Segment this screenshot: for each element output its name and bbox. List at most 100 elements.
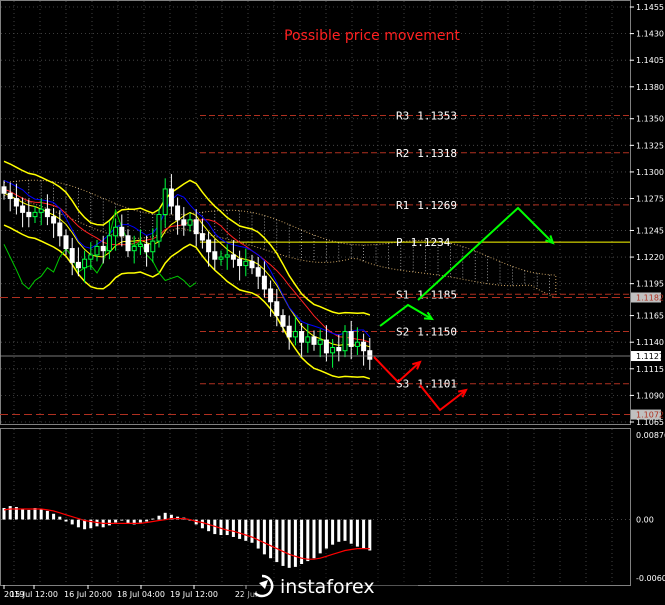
macd-bar (262, 519, 266, 555)
pivot-value: 1.1353 (417, 110, 457, 123)
macd-bar (114, 519, 118, 523)
macd-bar (238, 519, 242, 539)
price-chart: R3 1.1353R2 1.1318R1 1.1269P 1.1234S1 1.1185S… (0, 0, 665, 605)
price-tick-label: 1.1165 (636, 312, 664, 321)
macd-bar (287, 519, 291, 568)
candle-body (224, 254, 230, 258)
candle-body (82, 258, 88, 269)
candle-body (13, 198, 19, 207)
candle-body (106, 235, 112, 252)
candle-body (336, 347, 342, 352)
candle-body (261, 275, 267, 290)
price-tick-label: 1.1275 (636, 195, 664, 204)
candle-body (323, 339, 329, 354)
pivot-name: R2 (396, 147, 409, 160)
pivot-label-s2: S2 1.1150 (396, 326, 457, 339)
pivot-value: 1.1150 (417, 326, 457, 339)
candle-body (181, 219, 187, 226)
time-tick-label: 16 Jul 20:00 (64, 590, 112, 599)
candle-body (100, 245, 106, 252)
candle-body (299, 331, 305, 343)
candle-body (255, 267, 261, 277)
macd-bar (138, 519, 142, 523)
pivot-label-r1: R1 1.1269 (396, 199, 457, 212)
macd-bar (343, 519, 347, 541)
candle-body (131, 245, 137, 252)
macd-bar (39, 508, 43, 520)
candle-body (354, 341, 360, 347)
price-tick-label: 1.1325 (636, 141, 664, 150)
macd-bar (219, 519, 223, 536)
price-tick-label: 1.1140 (636, 338, 664, 347)
macd-bar (27, 509, 31, 520)
candle-body (274, 301, 280, 317)
macd-bar (225, 519, 229, 536)
candle-body (88, 254, 94, 260)
candle-body (280, 315, 286, 327)
macd-bar (312, 519, 316, 559)
candle-body (57, 222, 63, 237)
price-tick-label: 1.1380 (636, 83, 664, 92)
candle-body (156, 214, 162, 242)
time-tick-label: 18 Jul 04:00 (117, 590, 165, 599)
level-price-tag: 1.1182 (636, 294, 664, 303)
macd-bar (8, 506, 12, 520)
price-tick-label: 1.1220 (636, 253, 664, 262)
macd-bar (368, 519, 372, 551)
macd-bar (318, 519, 322, 554)
instaforex-logo: instaforex (243, 570, 418, 605)
macd-bar (231, 519, 235, 537)
pivot-label-s1: S1 1.1185 (396, 288, 457, 301)
candle-body (38, 208, 44, 213)
indicator-tick-label: -0.00605 (636, 574, 665, 583)
candle-body (249, 260, 255, 269)
macd-bar (281, 519, 285, 566)
macd-bar (207, 519, 211, 532)
pivot-name: S3 (396, 378, 409, 391)
candle-body (193, 219, 199, 235)
candle-body (162, 188, 168, 215)
macd-bar (33, 507, 37, 520)
candle-body (51, 216, 57, 224)
candle-body (63, 235, 69, 250)
chart-window: R3 1.1353 R2 1.1318 R1 1.1269 P 1.1234 S1 1.1185 S… (0, 0, 665, 605)
candle-body (199, 233, 205, 241)
macd-bar (293, 519, 297, 567)
macd-bar (306, 519, 310, 562)
macd-bar (163, 512, 167, 520)
candle-body (125, 235, 131, 252)
candle-body (317, 339, 323, 345)
macd-bar (331, 519, 335, 545)
candle-body (361, 341, 367, 352)
candle-body (292, 331, 298, 338)
candle-body (311, 336, 317, 345)
pivot-label-s3: S3 1.1101 (396, 378, 457, 391)
macd-bar (70, 519, 74, 525)
candle-body (218, 256, 224, 260)
candle-body (286, 325, 292, 338)
candle-body (230, 254, 236, 260)
time-tick-label: 19 Jul 12:00 (170, 590, 218, 599)
macd-bar (244, 519, 248, 541)
pivot-name: S2 (396, 326, 409, 339)
candle-body (348, 331, 354, 347)
candle-body (367, 350, 373, 360)
level-price-tag-low: 1.1072 (636, 411, 664, 420)
candle-body (268, 288, 274, 303)
pivot-name: S1 (396, 288, 409, 301)
candle-body (137, 243, 143, 247)
chart-title: Possible price movement (284, 28, 460, 44)
candle-body (330, 347, 336, 354)
candle-body (26, 211, 32, 218)
candle-body (7, 192, 13, 200)
price-tick-label: 1.1245 (636, 226, 664, 235)
macd-bar (355, 519, 359, 547)
candle-body (20, 205, 26, 213)
pivot-value: 1.1318 (417, 147, 457, 160)
candle-body (237, 258, 243, 267)
candle-body (150, 240, 156, 253)
macd-bar (45, 510, 49, 520)
macd-bar (362, 519, 366, 549)
macd-bar (52, 513, 56, 520)
candle-body (32, 211, 38, 218)
